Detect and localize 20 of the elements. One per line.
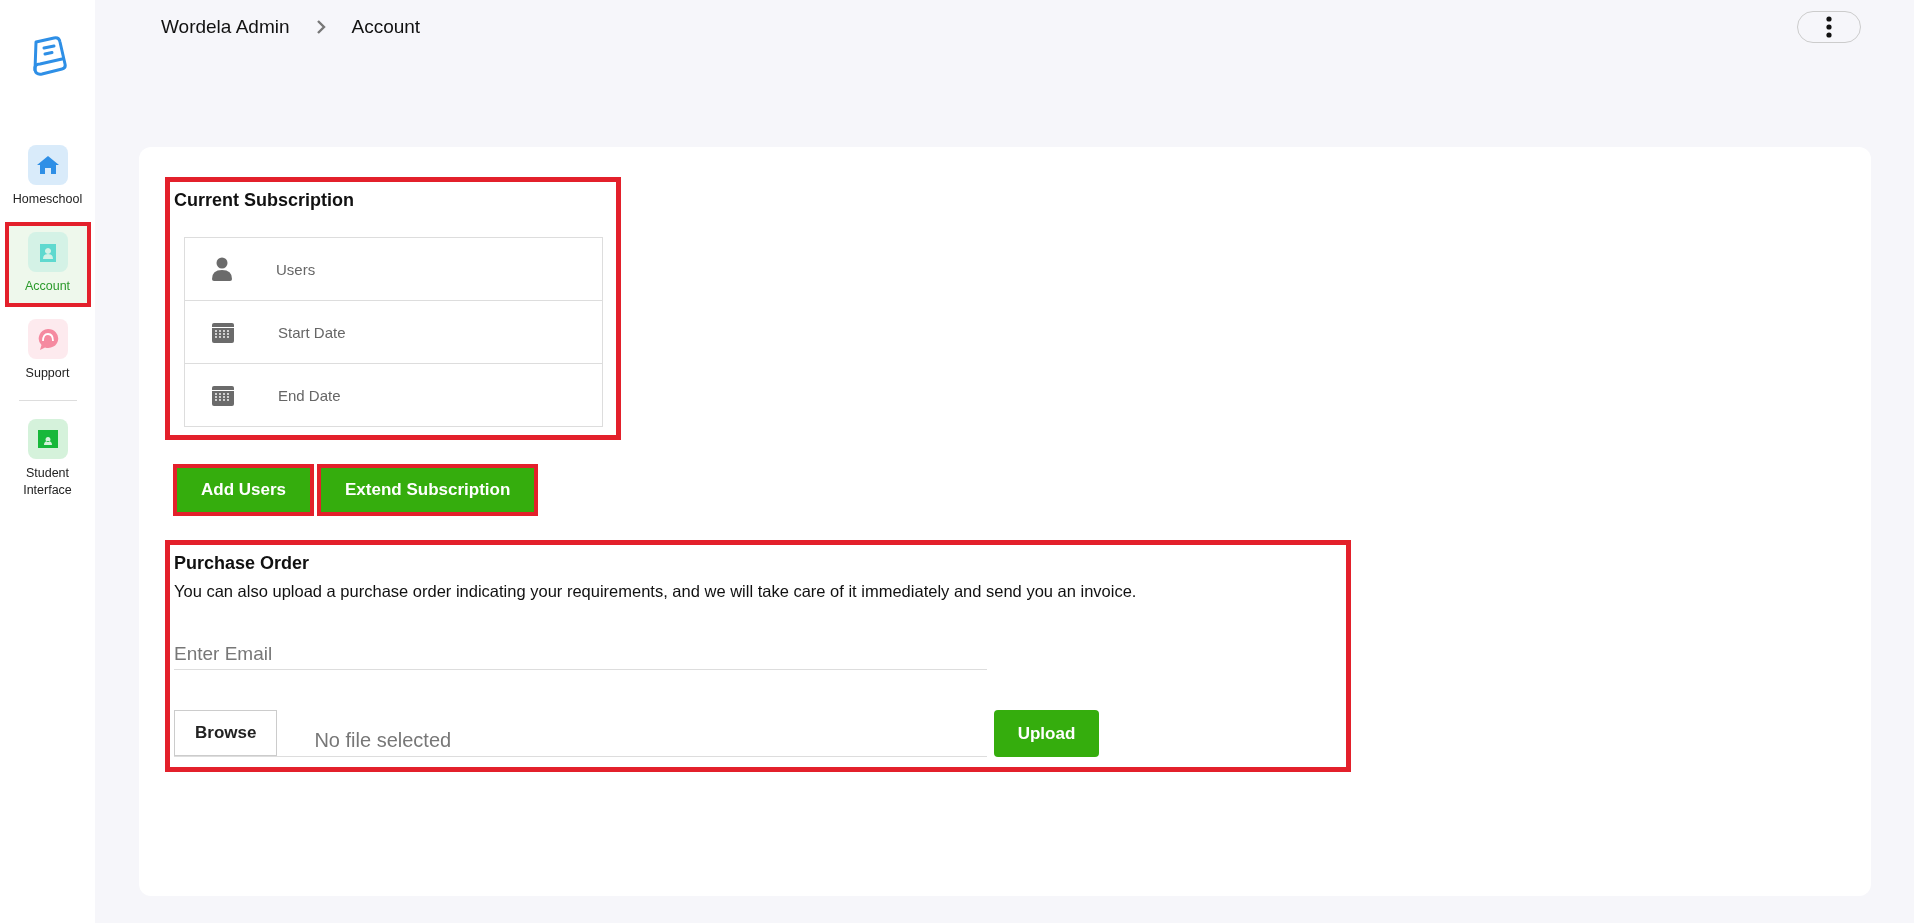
row-label: Start Date [278,323,346,341]
calendar-icon [212,384,234,406]
sidebar-item[interactable]: Student Interface [4,408,91,511]
file-picker[interactable]: Browse No file selected [174,710,987,758]
sidebar-item[interactable]: Support [4,308,91,394]
row-label: Users [276,260,316,278]
sidebar-item[interactable]: Homeschool [4,135,91,220]
browse-button[interactable]: Browse [174,710,278,757]
file-status: No file selected [314,729,452,754]
row-label: End Date [278,386,341,404]
user-icon [212,257,232,281]
email-field[interactable]: Enter Email [174,639,987,671]
description-text: You can also upload a purchase order indicating your requirements, and we will take care of it immediately and send you an invoice. [174,581,1138,602]
section-title: Current Subscription [174,190,355,211]
chevron-right-icon [315,18,326,35]
breadcrumb-link[interactable]: Wordela Admin [161,15,290,38]
breadcrumb-current: Account [351,15,421,38]
calendar-icon [212,321,234,343]
more-vertical-icon [1826,15,1832,38]
section-title: Purchase Order [174,553,311,574]
